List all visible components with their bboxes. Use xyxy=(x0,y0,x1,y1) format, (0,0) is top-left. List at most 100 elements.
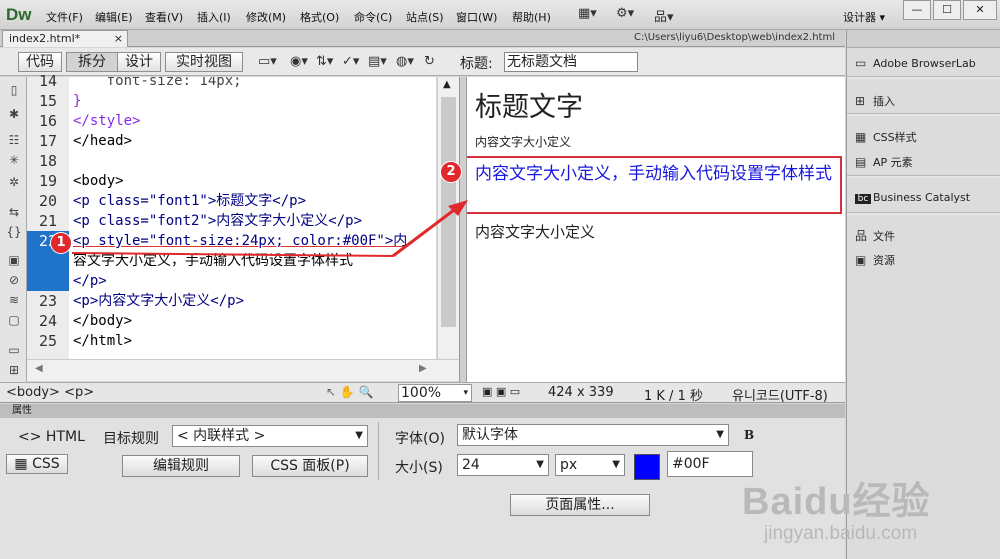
file-management-icon[interactable]: ⇅▾ xyxy=(316,54,333,69)
menu-view[interactable]: 查看(V) xyxy=(145,9,183,25)
code-editor[interactable]: font-size: 14px; } </style> </head> <bod… xyxy=(69,77,436,359)
apply-comment-icon[interactable]: ▢ xyxy=(5,313,23,329)
coding-toolbar: ▯ ✱ ☷ ✳ ✲ ⇆ {} ▣ ⊘ ≋ ▢ ▭ ⊞ xyxy=(0,77,27,382)
maximize-button[interactable]: ☐ xyxy=(933,0,961,20)
menu-commands[interactable]: 命令(C) xyxy=(354,9,392,25)
select-parent-tag-icon[interactable]: ⇆ xyxy=(5,205,23,221)
close-tab-icon[interactable]: × xyxy=(114,31,123,46)
panel-header xyxy=(847,30,1000,48)
panel-files[interactable]: 品文件 xyxy=(855,227,895,244)
scroll-right-icon[interactable]: ▶ xyxy=(419,363,427,374)
panel-css-styles[interactable]: ▦ CSS样式 xyxy=(855,129,917,145)
minimize-button[interactable]: — xyxy=(903,0,931,20)
document-tab[interactable]: index2.html* × xyxy=(2,30,128,47)
panel-insert[interactable]: ⊞ 插入 xyxy=(855,93,895,109)
css-styles-icon: ▦ xyxy=(855,130,867,144)
panel-assets[interactable]: ▣ 资源 xyxy=(855,252,895,268)
menu-file[interactable]: 文件(F) xyxy=(46,9,83,25)
code-view-button[interactable]: 代码 xyxy=(18,52,62,72)
design-view[interactable]: 标题文字 内容文字大小定义 内容文字大小定义，手动输入代码设置字体样式 内容文字… xyxy=(467,77,845,382)
line-numbers-icon[interactable]: ▣ xyxy=(5,253,23,269)
panel-business-catalyst[interactable]: bc Business Catalyst xyxy=(855,191,970,204)
close-window-button[interactable]: ✕ xyxy=(963,0,997,20)
menu-help[interactable]: 帮助(H) xyxy=(512,9,551,25)
unit-select[interactable]: px ▼ xyxy=(555,454,625,476)
design-paragraph-1: 内容文字大小定义 xyxy=(475,135,572,149)
scroll-thumb[interactable] xyxy=(441,97,456,327)
live-view-button[interactable]: 实时视图 xyxy=(165,52,243,72)
design-heading: 标题文字 xyxy=(475,92,583,123)
expand-icon[interactable]: ✲ xyxy=(5,175,23,191)
code-line: } xyxy=(73,93,82,109)
split-divider[interactable] xyxy=(459,77,467,382)
document-tab-bar: index2.html* × C:\Users\liyu6\Desktop\we… xyxy=(0,30,845,47)
visual-aids-icon[interactable]: ▤▾ xyxy=(368,54,387,69)
code-line-highlighted: <p style="font-size:24px; color:#00F">内 xyxy=(73,233,408,249)
balance-braces-icon[interactable]: {} xyxy=(5,225,23,241)
window-size-icons[interactable]: ▣ ▣ ▭ xyxy=(482,385,520,398)
gear-icon[interactable]: ⚙▾ xyxy=(616,6,634,21)
font-label: 字体(O) xyxy=(395,431,445,447)
window-dimensions[interactable]: 424 x 339 xyxy=(548,385,614,400)
highlight-invalid-icon[interactable]: ⊘ xyxy=(5,273,23,289)
css-mode-button[interactable]: ▦ CSS xyxy=(6,454,68,474)
open-documents-icon[interactable]: ▯ xyxy=(5,83,23,99)
preview-browser-icon[interactable]: ◉▾ xyxy=(290,54,308,69)
code-horizontal-scrollbar[interactable]: ◀ ▶ xyxy=(27,359,459,381)
expand-all-icon[interactable]: ✳ xyxy=(5,153,23,169)
code-line: </body> xyxy=(73,313,133,329)
code-vertical-scrollbar[interactable]: ▲ xyxy=(437,77,459,359)
scroll-up-icon[interactable]: ▲ xyxy=(443,79,451,90)
syntax-error-icon[interactable]: ≋ xyxy=(5,293,23,309)
target-rule-select[interactable]: < 内联样式 > ▼ xyxy=(172,425,368,447)
menu-edit[interactable]: 编辑(E) xyxy=(95,9,133,25)
panel-separator xyxy=(847,212,1000,215)
panel-label: Business Catalyst xyxy=(873,191,971,204)
target-rule-label: 目标规则 xyxy=(103,431,159,447)
line-number: 25 xyxy=(38,332,57,350)
color-input[interactable]: #00F xyxy=(667,451,753,477)
document-tab-label: index2.html* xyxy=(9,32,81,45)
size-select[interactable]: 24 ▼ xyxy=(457,454,549,476)
validate-icon[interactable]: ◍▾ xyxy=(396,54,414,69)
layout-icon[interactable]: ▦▾ xyxy=(578,6,597,21)
wrap-tag-icon[interactable]: ⊞ xyxy=(5,363,23,379)
split-view-button[interactable]: 拆分 xyxy=(66,52,118,72)
multiscreen-icon[interactable]: ▭▾ xyxy=(258,54,277,69)
menu-modify[interactable]: 修改(M) xyxy=(246,9,286,25)
menu-insert[interactable]: 插入(I) xyxy=(197,9,231,25)
check-browser-icon[interactable]: ✓▾ xyxy=(342,54,359,69)
title-input[interactable]: 无标题文档 xyxy=(504,52,638,72)
remove-comment-icon[interactable]: ▭ xyxy=(5,343,23,359)
select-tool-icon[interactable]: ↖ ✋ 🔍 xyxy=(326,385,374,399)
bold-button[interactable]: B xyxy=(744,428,754,442)
menu-format[interactable]: 格式(O) xyxy=(300,9,339,25)
file-path: C:\Users\liyu6\Desktop\web\index2.html xyxy=(634,32,835,43)
font-select[interactable]: 默认字体 ▼ xyxy=(457,424,729,446)
panel-label: 插入 xyxy=(873,95,895,108)
panel-ap-elements[interactable]: ▤ AP 元素 xyxy=(855,154,913,170)
code-line: <p>内容文字大小定义</p> xyxy=(73,293,245,309)
menu-window[interactable]: 窗口(W) xyxy=(456,9,497,25)
refresh-icon[interactable]: ↻ xyxy=(424,54,435,69)
tag-selector[interactable]: <body> <p> xyxy=(6,385,94,400)
collapse-selection-icon[interactable]: ☷ xyxy=(5,133,23,149)
site-icon[interactable]: 品▾ xyxy=(654,6,674,25)
panel-separator xyxy=(847,76,1000,79)
scroll-left-icon[interactable]: ◀ xyxy=(35,363,43,374)
color-swatch[interactable] xyxy=(634,454,660,480)
design-view-button[interactable]: 设计 xyxy=(117,52,161,72)
html-mode-button[interactable]: <> HTML xyxy=(18,429,85,445)
edit-rule-button[interactable]: 编辑规则 xyxy=(122,455,240,477)
css-panel-button[interactable]: CSS 面板(P) xyxy=(252,455,368,477)
page-properties-button[interactable]: 页面属性... xyxy=(510,494,650,516)
zoom-select[interactable]: 100% ▾ xyxy=(398,384,472,402)
menu-site[interactable]: 站点(S) xyxy=(406,9,444,25)
panel-browserlab[interactable]: ▭ Adobe BrowserLab xyxy=(855,56,976,70)
browserlab-icon: ▭ xyxy=(855,56,867,70)
collapse-tag-icon[interactable]: ✱ xyxy=(5,107,23,123)
workspace-switcher[interactable]: 设计器 ▾ xyxy=(843,9,885,25)
code-line: </p> xyxy=(73,273,107,289)
properties-header[interactable]: 属性 xyxy=(0,404,845,418)
app-logo: Dw xyxy=(6,5,32,24)
